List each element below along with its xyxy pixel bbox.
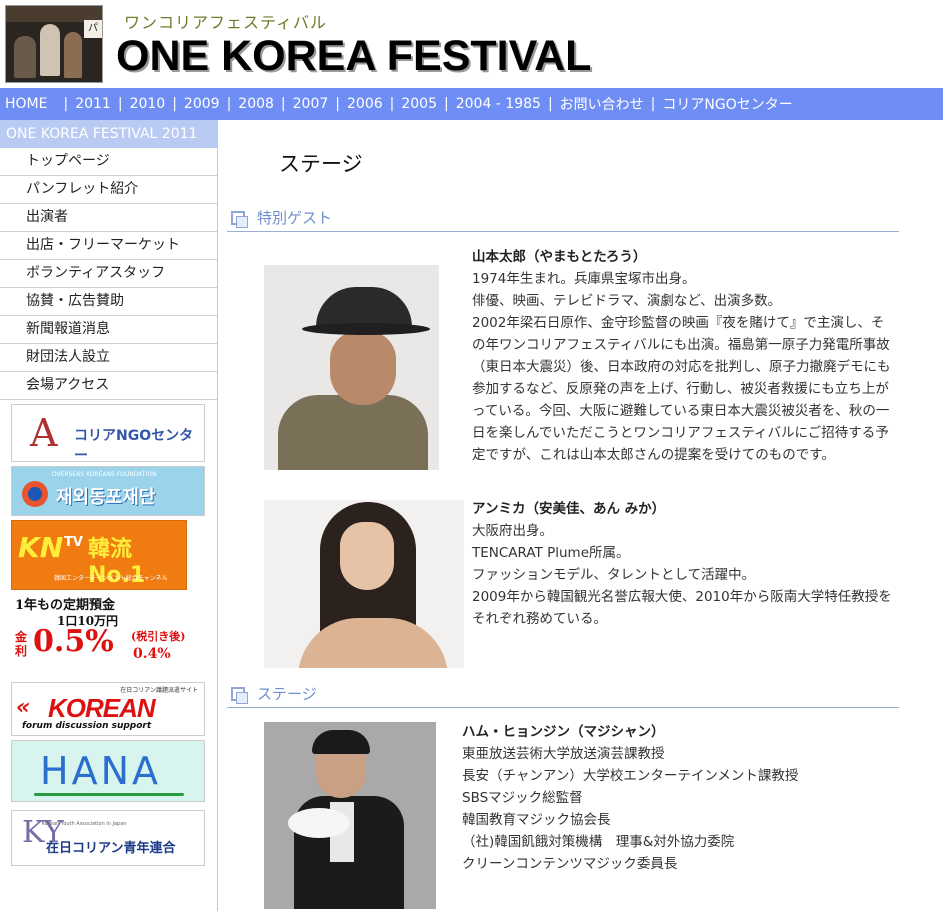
performer-bio-ham-hyunjin: ハム・ヒョンジン（マジシャン） 東亜放送芸術大学放送演芸課教授 長安（チャンアン… [462,721,882,875]
sidebar-heading[interactable]: ONE KOREA FESTIVAL 2011 [0,120,217,148]
banner-deposit-kinri: 金利 [15,630,28,658]
sidebar-item-volunteer-staff[interactable]: ボランティアスタッフ [0,260,217,288]
site-header: パナ ワンコリアフェスティバル ONE KOREA FESTIVAL [0,0,943,88]
nav-2007[interactable]: 2007 [293,96,329,112]
banner-korea-ngo-center[interactable]: A コリアNGOセンター [11,404,205,462]
nav-2006[interactable]: 2006 [347,96,383,112]
ngo-logo-mark: A [30,411,58,455]
banner-okf-big: 재외동포재단 [56,487,156,508]
nav-2010[interactable]: 2010 [130,96,166,112]
banner-korean-word: KOREAN [48,693,156,723]
site-title[interactable]: ONE KOREA FESTIVAL [116,32,591,81]
section-label: 特別ゲスト [257,209,333,227]
banner-youth-small: Korean Youth Association in Japan [42,821,127,827]
banner-korean-youth-association[interactable]: KY Korean Youth Association in Japan 在日コ… [11,810,205,866]
banner-deposit-after-rate: 0.4% [133,646,171,662]
performer-bio-line: （社)韓国飢餓対策機構 理事&対外協力委院 [462,834,735,850]
sidebar-banners: A コリアNGOセンター OVERSEAS KOREANS FOUNDATION… [0,400,217,866]
nav-2011[interactable]: 2011 [75,96,111,112]
banner-youth-text: 在日コリアン青年連合 [46,841,176,856]
performer-bio-line: 1974年生まれ。兵庫県宝塚市出身。 [472,271,696,287]
performer-bio-line: 長安（チャンアン）大学校エンターテインメント課教授 [462,768,799,784]
header-photo: パナ [5,5,103,83]
performer-name: 山本太郎（やまもとたろう） [472,249,647,265]
banner-kntv[interactable]: KN TV 韓流No.1 韓国エンターテインメント総合チャンネル [11,520,187,590]
banner-hana-underline [34,793,184,796]
banner-deposit-after-label: (税引き後) [131,630,186,643]
banner-deposit[interactable]: 1年もの定期預金 1口10万円 金利 0.5% (税引き後) 0.4% [11,592,205,680]
site-subtitle: ワンコリアフェスティバル [124,13,328,32]
banner-deposit-rate: 0.5% [33,624,114,659]
performer-bio-line: 韓国教育マジック協会長 [462,812,611,828]
nav-2009[interactable]: 2009 [184,96,220,112]
sidebar-item-foundation[interactable]: 財団法人設立 [0,344,217,372]
nav-separator: | [280,96,286,112]
page-title: ステージ [279,152,363,176]
nav-home[interactable]: HOME [5,96,47,112]
nav-separator: | [117,96,123,112]
nav-separator: | [335,96,340,112]
performer-bio-line: TENCARAT Plume所属。 [472,545,630,561]
nav-separator: | [172,96,177,112]
nav-separator: | [650,96,656,112]
nav-separator: | [63,96,69,112]
performer-bio-line: ファッションモデル、タレントとして活躍中。 [472,567,756,583]
banner-korean-sub: forum discussion support [22,721,152,731]
performer-bio-line: 俳優、映画、テレビドラマ、演劇など、出演多数。 [472,293,782,309]
performer-photo-yamamoto [264,265,439,470]
nav-2005[interactable]: 2005 [401,96,437,112]
performer-photo-ham-hyunjin [264,722,436,909]
header-photo-sign: パナ [84,20,102,52]
performer-bio-line: 2002年梁石日原作、金守珍監督の映画『夜を賭けて』で主演し、その年ワンコリアフ… [472,315,891,463]
sidebar-item-top-page[interactable]: トップページ [0,148,217,176]
banner-kntv-kn: KN [18,531,64,564]
nav-2008[interactable]: 2008 [238,96,274,112]
sidebar-item-stalls-flea-market[interactable]: 出店・フリーマーケット [0,232,217,260]
performer-bio-line: クリーンコンテンツマジック委員長 [462,856,678,872]
sidebar-item-pamphlet[interactable]: パンフレット紹介 [0,176,217,204]
performer-bio-line: 東亜放送芸術大学放送演芸課教授 [462,746,665,762]
banner-kntv-tv: TV [64,535,83,550]
nav-contact[interactable]: お問い合わせ [560,94,644,114]
sidebar: ONE KOREA FESTIVAL 2011 トップページ パンフレット紹介 … [0,120,218,911]
sidebar-item-sponsorship[interactable]: 協賛・広告賛助 [0,288,217,316]
nav-2004-1985[interactable]: 2004 - 1985 [456,96,541,112]
sidebar-item-performers[interactable]: 出演者 [0,204,217,232]
nav-korea-ngo-center[interactable]: コリアNGOセンター [662,94,792,114]
okf-logo-inner-icon [28,487,42,501]
performer-name: ハム・ヒョンジン（マジシャン） [462,724,665,740]
performer-photo-ahn-mika [264,500,464,668]
nav-separator: | [444,96,449,112]
banner-overseas-koreans-foundation[interactable]: OVERSEAS KOREANS FOUNDATION 재외동포재단 [11,466,205,516]
performer-name: アンミカ（安美佳、あん みか） [472,501,666,517]
main-content: ステージ 特別ゲスト 山本太郎（やまもとたろう） 1974年生まれ。兵庫県宝塚市… [219,120,943,911]
performer-bio-yamamoto: 山本太郎（やまもとたろう） 1974年生まれ。兵庫県宝塚市出身。 俳優、映画、テ… [472,246,892,466]
sidebar-item-press[interactable]: 新聞報道消息 [0,316,217,344]
performer-bio-ahn-mika: アンミカ（安美佳、あん みか） 大阪府出身。 TENCARAT Plume所属。… [472,498,892,630]
chevrons-icon: « [16,695,31,720]
nav-separator: | [226,96,232,112]
section-header-stage: ステージ [227,682,899,708]
banner-hana[interactable]: HANA [11,740,205,802]
nav-separator: | [389,96,395,112]
banner-hana-word: HANA [40,749,161,793]
performer-bio-line: SBSマジック総監督 [462,790,583,806]
section-header-special-guest: 特別ゲスト [227,206,899,232]
banner-deposit-line1: 1年もの定期預金 [15,598,116,613]
nav-separator: | [547,96,553,112]
sidebar-item-venue-access[interactable]: 会場アクセス [0,372,217,400]
top-nav: HOME | 2011 | 2010 | 2009 | 2008 | 2007 … [0,88,943,120]
section-label: ステージ [257,685,317,703]
banner-ngo-text: コリアNGOセンター [74,428,194,462]
section-square-icon [231,687,248,704]
banner-kntv-sub: 韓国エンターテインメント総合チャンネル [54,575,168,582]
banner-korean-forum[interactable]: 在日コリアン議題派遣サイト « KOREAN forum discussion … [11,682,205,736]
section-square-icon [231,211,248,228]
performer-bio-line: 大阪府出身。 [472,523,553,539]
banner-okf-small: OVERSEAS KOREANS FOUNDATION [52,471,157,478]
performer-bio-line: 2009年から韓国観光名誉広報大使、2010年から阪南大学特任教授をそれぞれ務め… [472,589,892,627]
